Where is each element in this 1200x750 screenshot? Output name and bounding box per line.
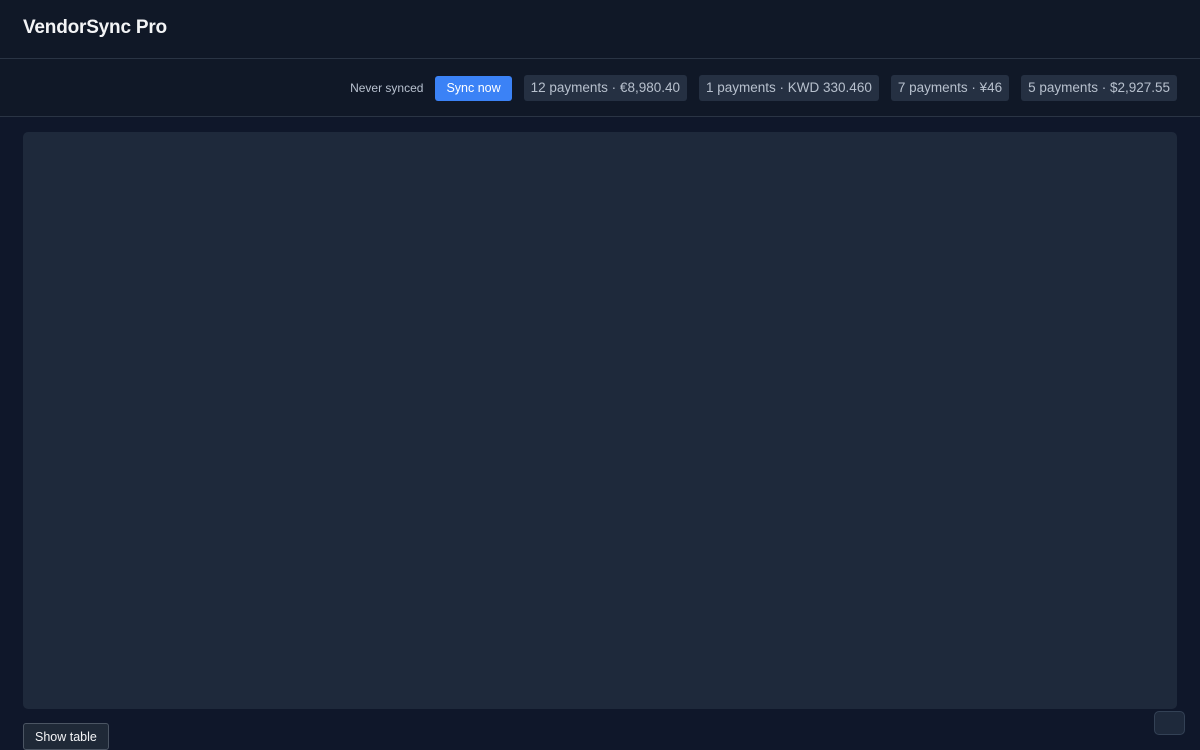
payment-summary-eur: 12 payments · €8,980.40 — [523, 75, 687, 101]
app-window: VendorSync Pro Never synced Sync now 12 … — [0, 0, 1200, 750]
toolbar-actions: Never synced Sync now 12 payments · €8,9… — [350, 75, 1177, 101]
payment-summary-kwd: 1 payments · KWD 330.460 — [699, 75, 879, 101]
corner-action-button[interactable] — [1154, 711, 1185, 735]
main-content-panel — [23, 132, 1177, 709]
payment-summary-usd: 5 payments · $2,927.55 — [1021, 75, 1177, 101]
app-title: VendorSync Pro — [23, 17, 167, 38]
show-table-button[interactable]: Show table — [23, 723, 109, 750]
app-header: VendorSync Pro — [0, 0, 1200, 59]
sync-now-button[interactable]: Sync now — [435, 75, 512, 101]
sync-status-text: Never synced — [350, 81, 424, 95]
payment-summary-yen: 7 payments · ¥46 — [890, 75, 1010, 101]
payment-toolbar: Never synced Sync now 12 payments · €8,9… — [0, 59, 1200, 117]
